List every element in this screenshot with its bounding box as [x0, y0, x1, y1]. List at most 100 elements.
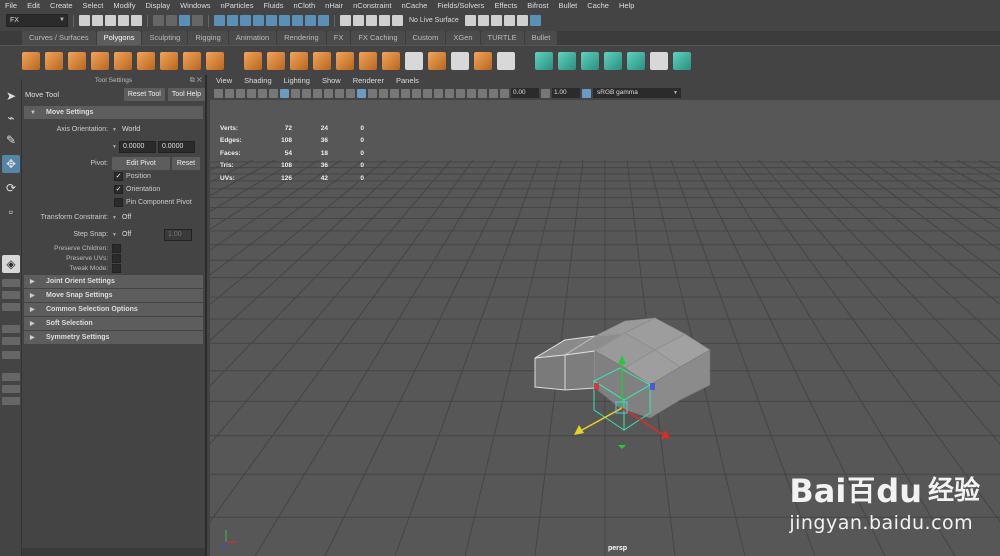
- reset-tool-button[interactable]: Reset Tool: [123, 87, 165, 101]
- snap-point-icon[interactable]: [366, 15, 377, 26]
- menu-effects[interactable]: Effects: [489, 0, 522, 12]
- grease-pencil-icon[interactable]: [269, 88, 278, 98]
- menu-modify[interactable]: Modify: [108, 0, 140, 12]
- menu-fields-solvers[interactable]: Fields/Solvers: [432, 0, 489, 12]
- 2d-pan-zoom-icon[interactable]: [258, 88, 267, 98]
- select-handles-icon[interactable]: [227, 15, 238, 26]
- poly-torus-icon[interactable]: [137, 51, 155, 70]
- tab-custom[interactable]: Custom: [405, 31, 446, 45]
- select-surfaces-icon[interactable]: [266, 15, 277, 26]
- boolean-union-icon[interactable]: [313, 51, 331, 70]
- spherical-mapping-icon[interactable]: [581, 51, 599, 70]
- toggle-panel-icon[interactable]: [529, 15, 541, 26]
- film-gate-icon[interactable]: [291, 88, 300, 98]
- move-snap-section[interactable]: ▶ Move Snap Settings: [24, 289, 203, 302]
- xray-icon[interactable]: [478, 88, 487, 98]
- open-scene-icon[interactable]: [92, 15, 103, 26]
- menu-set-dropdown[interactable]: FX: [6, 14, 68, 27]
- bridge-icon[interactable]: [428, 51, 446, 70]
- bookmark-icon[interactable]: [236, 88, 245, 98]
- select-curves-icon[interactable]: [253, 15, 264, 26]
- menu-fluids[interactable]: Fluids: [258, 0, 288, 12]
- render-frame-icon[interactable]: [477, 15, 489, 26]
- bevel-icon[interactable]: [451, 51, 469, 70]
- tab-xgen[interactable]: XGen: [446, 31, 480, 45]
- resolution-gate-icon[interactable]: [302, 88, 311, 98]
- history-icon[interactable]: [464, 15, 476, 26]
- select-component-icon[interactable]: [179, 15, 190, 26]
- checker-icon[interactable]: [650, 51, 668, 70]
- motion-blur-icon[interactable]: [434, 88, 443, 98]
- menu-edit[interactable]: Edit: [22, 0, 45, 12]
- menu-bullet[interactable]: Bullet: [554, 0, 583, 12]
- outliner-layout-icon[interactable]: [2, 303, 20, 311]
- tweak-mode-checkbox[interactable]: [112, 263, 121, 273]
- hypershade-layout-icon[interactable]: [2, 337, 20, 345]
- tab-rigging[interactable]: Rigging: [188, 31, 228, 45]
- combine-icon[interactable]: [244, 51, 262, 70]
- automatic-mapping-icon[interactable]: [604, 51, 622, 70]
- reset-pivot-button[interactable]: Reset: [172, 157, 200, 170]
- safe-title-icon[interactable]: [346, 88, 355, 98]
- anti-aliasing-icon[interactable]: [445, 88, 454, 98]
- position-checkbox[interactable]: ✓: [114, 172, 123, 181]
- preserve-uvs-checkbox[interactable]: [112, 253, 121, 263]
- step-snap-amount[interactable]: 1.00: [164, 228, 192, 241]
- ambient-occlusion-icon[interactable]: [423, 88, 432, 98]
- tab-polygons[interactable]: Polygons: [96, 31, 142, 45]
- lasso-tool-icon[interactable]: ⌁: [2, 109, 20, 127]
- render-settings-icon[interactable]: [503, 15, 515, 26]
- poly-cone-icon[interactable]: [91, 51, 109, 70]
- move-tool-icon[interactable]: ✥: [2, 155, 20, 173]
- select-rendering-icon[interactable]: [305, 15, 316, 26]
- paint-select-icon[interactable]: ✎: [2, 131, 20, 149]
- panel-close-icon[interactable]: ⧉ ✕: [190, 75, 202, 86]
- boolean-difference-icon[interactable]: [336, 51, 354, 70]
- extrude-icon[interactable]: [405, 51, 423, 70]
- tool-help-button[interactable]: Tool Help: [167, 87, 205, 101]
- panel-scrollbar[interactable]: [22, 548, 205, 556]
- tab-fx[interactable]: FX: [326, 31, 351, 45]
- poly-cylinder-icon[interactable]: [68, 51, 86, 70]
- tab-animation[interactable]: Animation: [228, 31, 277, 45]
- menu-bifrost[interactable]: Bifrost: [522, 0, 553, 12]
- menu-ncloth[interactable]: nCloth: [288, 0, 320, 12]
- mirror-icon[interactable]: [382, 51, 400, 70]
- menu-windows[interactable]: Windows: [175, 0, 215, 12]
- merge-icon[interactable]: [497, 51, 515, 70]
- preserve-children-checkbox[interactable]: [112, 243, 121, 253]
- persp-graph-layout-icon[interactable]: [2, 325, 20, 333]
- color-management-icon[interactable]: [582, 88, 591, 98]
- new-scene-icon[interactable]: [79, 15, 90, 26]
- edit-pivot-button[interactable]: Edit Pivot: [112, 157, 170, 170]
- gamma-icon[interactable]: [541, 88, 550, 98]
- menu-select[interactable]: Select: [78, 0, 109, 12]
- select-misc-icon[interactable]: [318, 15, 329, 26]
- select-joints-icon[interactable]: [240, 15, 251, 26]
- tab-rendering[interactable]: Rendering: [277, 31, 326, 45]
- select-tool-icon[interactable]: ➤: [2, 87, 20, 105]
- uv-editor-icon[interactable]: [627, 51, 645, 70]
- vertical-layout-icon[interactable]: [2, 351, 20, 359]
- exposure-icon[interactable]: [500, 88, 509, 98]
- select-hierarchy-icon[interactable]: [153, 15, 164, 26]
- poly-sphere-icon[interactable]: [22, 51, 40, 70]
- menu-nhair[interactable]: nHair: [320, 0, 348, 12]
- uv-tools-icon[interactable]: [673, 51, 691, 70]
- viewport-menu-lighting[interactable]: Lighting: [278, 75, 316, 86]
- menu-help[interactable]: Help: [614, 0, 639, 12]
- lights-icon[interactable]: [401, 88, 410, 98]
- poly-pipe-icon[interactable]: [206, 51, 224, 70]
- menu-nparticles[interactable]: nParticles: [216, 0, 259, 12]
- render-layout-icon[interactable]: [2, 373, 20, 381]
- poly-cube-icon[interactable]: [45, 51, 63, 70]
- tab-curves-surfaces[interactable]: Curves / Surfaces: [22, 31, 96, 45]
- viewport-menu-panels[interactable]: Panels: [390, 75, 425, 86]
- tab-bullet[interactable]: Bullet: [524, 31, 558, 45]
- transform-constraint-dropdown[interactable]: ▼ Off: [112, 214, 131, 221]
- coord-field-1[interactable]: 0.0000: [118, 140, 156, 153]
- scale-tool-icon[interactable]: ▫: [2, 203, 20, 221]
- uv-layout-icon[interactable]: [2, 385, 20, 393]
- menu-display[interactable]: Display: [141, 0, 176, 12]
- symmetry-settings-section[interactable]: ▶ Symmetry Settings: [24, 331, 203, 344]
